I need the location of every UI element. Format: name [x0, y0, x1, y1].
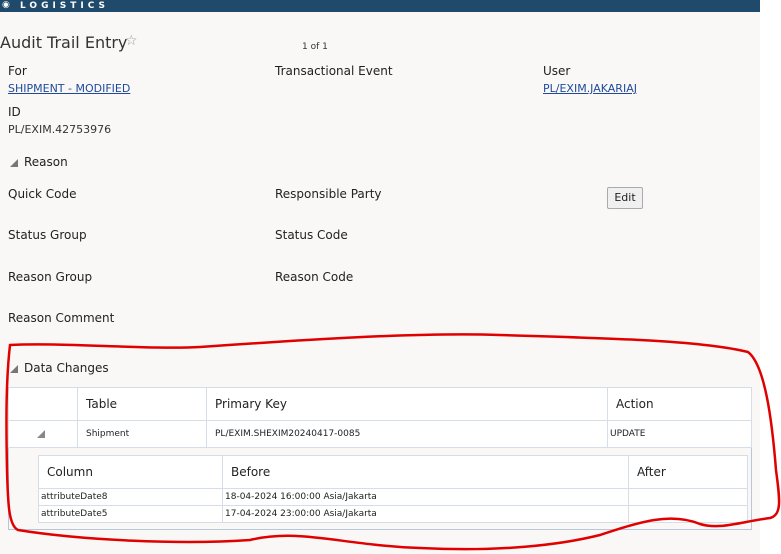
reason-section-toggle[interactable]: Reason [10, 155, 68, 169]
data-changes-title: Data Changes [24, 361, 109, 375]
for-label: For [8, 64, 27, 78]
column-cell: attributeDate5 [38, 505, 223, 523]
expand-column-header [8, 387, 78, 421]
column-header: Action [607, 387, 752, 421]
status-group-label: Status Group [8, 228, 87, 242]
reason-group-label: Reason Group [8, 270, 93, 284]
expand-triangle-icon[interactable] [8, 420, 78, 448]
quick-code-label: Quick Code [8, 187, 77, 201]
detail-table: Column Before After attributeDate8 18-04… [38, 455, 748, 523]
logo-icon: ◉ [2, 0, 10, 10]
reason-code-label: Reason Code [275, 270, 354, 284]
column-header: Table [77, 387, 207, 421]
pager: 1 of 1 [302, 42, 328, 52]
primary-key-cell: PL/EXIM.SHEXIM20240417-0085 [206, 420, 608, 448]
page-title: Audit Trail Entry [0, 33, 128, 52]
user-link[interactable]: PL/EXIM.JAKARIAJ [543, 82, 637, 95]
reason-comment-label: Reason Comment [8, 311, 115, 325]
id-value: PL/EXIM.42753976 [8, 123, 112, 136]
action-cell: UPDATE [607, 420, 752, 448]
collapse-triangle-icon [10, 364, 18, 373]
table-cell: Shipment [77, 420, 207, 448]
brand: LOGISTICS [20, 1, 110, 11]
edit-button[interactable]: Edit [607, 187, 643, 209]
responsible-party-label: Responsible Party [275, 187, 382, 201]
table-row: attributeDate5 17-04-2024 23:00:00 Asia/… [38, 505, 748, 523]
id-label: ID [8, 105, 21, 119]
column-header: Column [38, 455, 223, 489]
before-cell: 18-04-2024 16:00:00 Asia/Jakarta [222, 488, 629, 506]
table-row: attributeDate8 18-04-2024 16:00:00 Asia/… [38, 488, 748, 506]
before-cell: 17-04-2024 23:00:00 Asia/Jakarta [222, 505, 629, 523]
data-changes-section-toggle[interactable]: Data Changes [10, 361, 109, 375]
column-header: After [628, 455, 748, 489]
collapse-triangle-icon [10, 158, 18, 167]
after-cell [628, 488, 748, 506]
data-changes-table: Table Primary Key Action Shipment PL/EXI… [8, 387, 752, 448]
reason-title: Reason [24, 155, 68, 169]
status-code-label: Status Code [275, 228, 348, 242]
column-header: Before [222, 455, 629, 489]
star-icon[interactable]: ☆ [125, 33, 138, 49]
top-bar: ◉ LOGISTICS [0, 0, 760, 12]
for-link[interactable]: SHIPMENT - MODIFIED [8, 82, 130, 95]
column-header: Primary Key [206, 387, 608, 421]
table-row[interactable]: Shipment PL/EXIM.SHEXIM20240417-0085 UPD… [8, 420, 752, 448]
user-label: User [543, 64, 571, 78]
after-cell [628, 505, 748, 523]
transactional-event-label: Transactional Event [275, 64, 393, 78]
column-cell: attributeDate8 [38, 488, 223, 506]
